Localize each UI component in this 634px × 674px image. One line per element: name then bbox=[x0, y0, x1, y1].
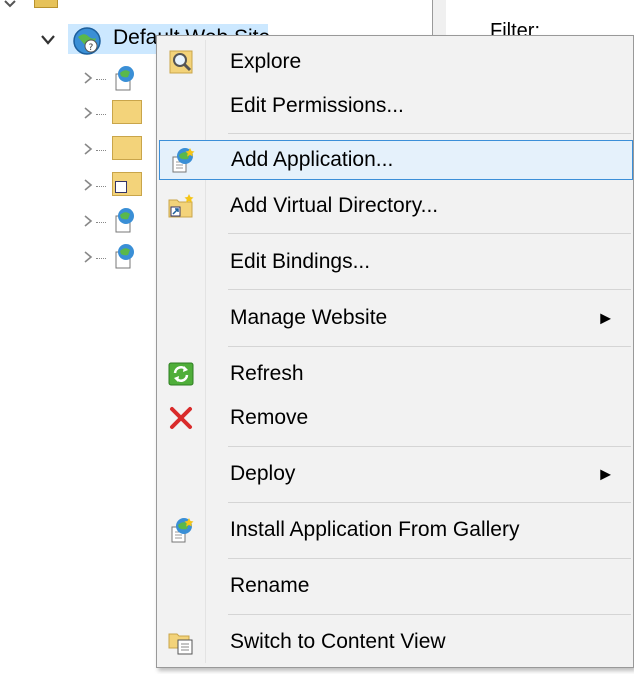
submenu-arrow-icon: ▶ bbox=[600, 309, 611, 326]
menu-separator bbox=[228, 289, 631, 290]
chevron-right-icon[interactable] bbox=[78, 247, 98, 267]
menu-item-label: Install Application From Gallery bbox=[230, 518, 520, 541]
menu-item-label: Edit Bindings... bbox=[230, 250, 371, 273]
sites-folder-icon bbox=[34, 0, 58, 8]
menu-separator bbox=[228, 558, 631, 559]
application-icon bbox=[110, 206, 138, 234]
content-view-icon bbox=[167, 628, 195, 656]
add-application-icon bbox=[168, 146, 196, 174]
menu-item-refresh[interactable]: Refresh bbox=[159, 356, 633, 392]
menu-item-manage-website[interactable]: Manage Website ▶ bbox=[159, 300, 633, 336]
menu-item-add-virtual-directory[interactable]: Add Virtual Directory... bbox=[159, 188, 633, 224]
explore-icon bbox=[167, 48, 195, 76]
menu-item-edit-permissions[interactable]: Edit Permissions... bbox=[159, 88, 633, 124]
refresh-icon bbox=[167, 360, 195, 388]
menu-separator bbox=[228, 233, 631, 234]
application-icon bbox=[110, 64, 138, 92]
menu-item-label: Add Application... bbox=[231, 148, 394, 171]
chevron-right-icon[interactable] bbox=[78, 139, 98, 159]
website-globe-icon: ? bbox=[72, 26, 102, 56]
menu-item-explore[interactable]: Explore bbox=[159, 44, 633, 80]
chevron-down-icon[interactable] bbox=[38, 30, 58, 50]
menu-item-label: Manage Website bbox=[230, 306, 388, 329]
menu-item-label: Edit Permissions... bbox=[230, 94, 404, 117]
virtual-directory-icon bbox=[167, 192, 195, 220]
install-gallery-icon bbox=[167, 516, 195, 544]
remove-icon bbox=[167, 404, 195, 432]
menu-item-edit-bindings[interactable]: Edit Bindings... bbox=[159, 244, 633, 280]
menu-item-label: Refresh bbox=[230, 362, 304, 385]
menu-item-label: Deploy bbox=[230, 462, 296, 485]
virtual-directory-icon bbox=[112, 172, 142, 196]
menu-item-deploy[interactable]: Deploy ▶ bbox=[159, 456, 633, 492]
submenu-arrow-icon: ▶ bbox=[600, 465, 611, 482]
folder-icon bbox=[112, 136, 142, 160]
menu-item-label: Switch to Content View bbox=[230, 630, 446, 653]
menu-item-rename[interactable]: Rename bbox=[159, 568, 633, 604]
menu-item-label: Rename bbox=[230, 574, 310, 597]
folder-icon bbox=[112, 100, 142, 124]
menu-item-install-from-gallery[interactable]: Install Application From Gallery bbox=[159, 512, 633, 548]
menu-separator bbox=[228, 346, 631, 347]
chevron-right-icon[interactable] bbox=[78, 68, 98, 88]
menu-separator bbox=[228, 133, 631, 134]
menu-item-switch-to-content-view[interactable]: Switch to Content View bbox=[159, 624, 633, 660]
menu-item-label: Remove bbox=[230, 406, 309, 429]
svg-text:?: ? bbox=[89, 43, 94, 53]
application-icon bbox=[110, 242, 138, 270]
menu-item-label: Explore bbox=[230, 50, 302, 73]
menu-item-remove[interactable]: Remove bbox=[159, 400, 633, 436]
menu-separator bbox=[228, 502, 631, 503]
menu-separator bbox=[228, 614, 631, 615]
chevron-down-icon[interactable] bbox=[0, 0, 20, 14]
menu-item-label: Add Virtual Directory... bbox=[230, 194, 439, 217]
chevron-right-icon[interactable] bbox=[78, 175, 98, 195]
context-menu: Explore Edit Permissions... Add Applicat… bbox=[156, 35, 634, 668]
menu-separator bbox=[228, 446, 631, 447]
chevron-right-icon[interactable] bbox=[78, 211, 98, 231]
chevron-right-icon[interactable] bbox=[78, 103, 98, 123]
menu-item-add-application[interactable]: Add Application... bbox=[159, 140, 633, 180]
